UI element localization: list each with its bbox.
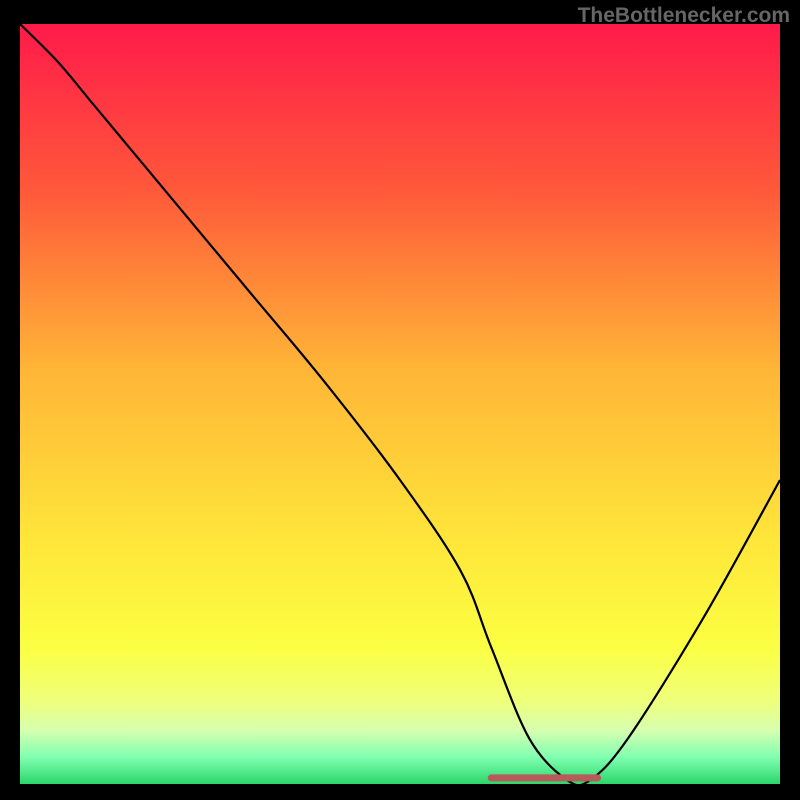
heat-gradient-background — [20, 24, 780, 784]
watermark-text: TheBottlenecker.com — [578, 4, 790, 28]
bottleneck-chart — [20, 24, 780, 784]
chart-container — [20, 24, 780, 784]
